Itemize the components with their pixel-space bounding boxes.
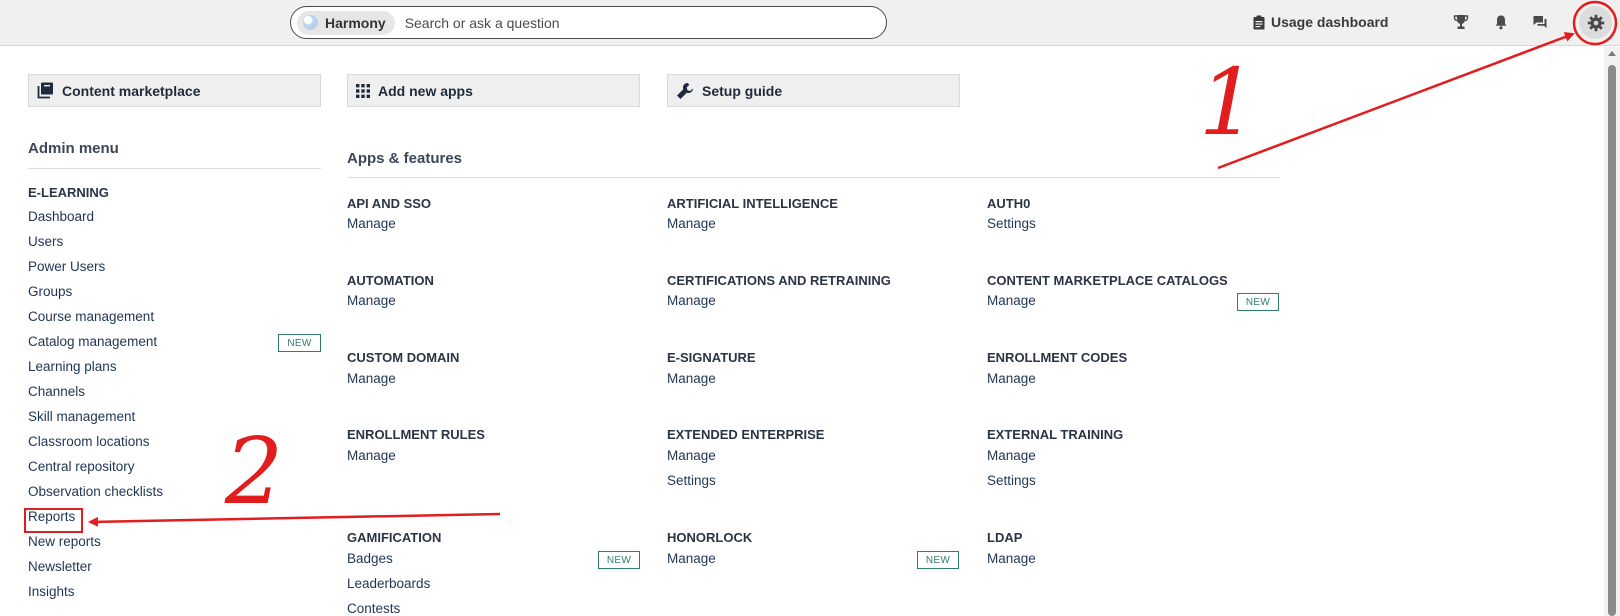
- api-sso-manage-link[interactable]: Manage: [347, 216, 396, 231]
- content-marketplace-button[interactable]: Content marketplace: [28, 74, 321, 107]
- gear-icon: [1587, 14, 1604, 31]
- app-name-content-marketplace-catalogs: CONTENT MARKETPLACE CATALOGS: [987, 273, 1228, 288]
- extended-enterprise-manage-link[interactable]: Manage: [667, 448, 716, 463]
- apps-features-title: Apps & features: [347, 150, 463, 167]
- reports-highlight-box: [24, 508, 83, 533]
- grid-icon: [356, 83, 370, 98]
- admin-menu-title: Admin menu: [28, 140, 119, 157]
- marker-1-label: 1: [1199, 49, 1258, 156]
- ldap-manage-link[interactable]: Manage: [987, 551, 1036, 566]
- book-icon: [37, 82, 53, 99]
- menu-item-observation-checklists[interactable]: Observation checklists: [28, 484, 163, 499]
- menu-item-channels[interactable]: Channels: [28, 384, 85, 399]
- automation-manage-link[interactable]: Manage: [347, 293, 396, 308]
- harmony-button[interactable]: Harmony: [297, 10, 395, 35]
- custom-domain-manage-link[interactable]: Manage: [347, 371, 396, 386]
- setup-guide-button[interactable]: Setup guide: [667, 74, 960, 107]
- app-name-honorlock: HONORLOCK: [667, 530, 753, 545]
- menu-item-users[interactable]: Users: [28, 234, 63, 249]
- trophy-icon[interactable]: [1450, 11, 1472, 33]
- new-badge: NEW: [598, 551, 640, 569]
- external-training-manage-link[interactable]: Manage: [987, 448, 1036, 463]
- settings-gear-button[interactable]: [1579, 6, 1612, 39]
- menu-item-learning-plans[interactable]: Learning plans: [28, 359, 117, 374]
- add-new-apps-button[interactable]: Add new apps: [347, 74, 640, 107]
- app-name-enrollment-codes: ENROLLMENT CODES: [987, 350, 1128, 365]
- search-input[interactable]: Search or ask a question: [405, 15, 560, 31]
- top-bar: Harmony Search or ask a question Usage d…: [0, 0, 1620, 46]
- menu-item-classroom-locations[interactable]: Classroom locations: [28, 434, 150, 449]
- gamification-leaderboards-link[interactable]: Leaderboards: [347, 576, 430, 591]
- menu-item-skill-management[interactable]: Skill management: [28, 409, 135, 424]
- app-name-gamification: GAMIFICATION: [347, 530, 442, 545]
- e-signature-manage-link[interactable]: Manage: [667, 371, 716, 386]
- menu-item-dashboard[interactable]: Dashboard: [28, 209, 94, 224]
- clipboard-icon: [1253, 15, 1265, 29]
- menu-item-groups[interactable]: Groups: [28, 284, 72, 299]
- harmony-label: Harmony: [325, 14, 386, 31]
- app-name-extended-enterprise: EXTENDED ENTERPRISE: [667, 427, 825, 442]
- app-name-certifications-retraining: CERTIFICATIONS AND RETRAINING: [667, 273, 891, 288]
- app-name-artificial-intelligence: ARTIFICIAL INTELLIGENCE: [667, 196, 838, 211]
- content-marketplace-label: Content marketplace: [62, 82, 201, 99]
- bell-icon[interactable]: [1490, 11, 1512, 33]
- chat-icon[interactable]: [1529, 11, 1551, 33]
- app-name-auth0: AUTH0: [987, 196, 1031, 211]
- app-name-external-training: EXTERNAL TRAINING: [987, 427, 1124, 442]
- app-name-enrollment-rules: ENROLLMENT RULES: [347, 427, 485, 442]
- usage-dashboard-label: Usage dashboard: [1271, 14, 1389, 30]
- new-badge: NEW: [278, 334, 321, 352]
- marker-2-label: 2: [224, 418, 284, 525]
- enrollment-rules-manage-link[interactable]: Manage: [347, 448, 396, 463]
- external-training-settings-link[interactable]: Settings: [987, 473, 1036, 488]
- menu-item-insights[interactable]: Insights: [28, 584, 75, 599]
- app-name-custom-domain: CUSTOM DOMAIN: [347, 350, 460, 365]
- menu-item-course-management[interactable]: Course management: [28, 309, 154, 324]
- auth0-settings-link[interactable]: Settings: [987, 216, 1036, 231]
- setup-guide-label: Setup guide: [702, 82, 783, 99]
- arrow-to-reports: [88, 512, 501, 527]
- app-name-automation: AUTOMATION: [347, 273, 434, 288]
- page-scrollbar[interactable]: [1604, 47, 1620, 616]
- usage-dashboard-button[interactable]: Usage dashboard: [1253, 12, 1388, 32]
- new-badge: NEW: [1237, 293, 1279, 311]
- menu-item-central-repository[interactable]: Central repository: [28, 459, 135, 474]
- arrow-to-gear: [1217, 32, 1575, 170]
- search-bar[interactable]: Harmony Search or ask a question: [290, 6, 887, 39]
- extended-enterprise-settings-link[interactable]: Settings: [667, 473, 716, 488]
- gamification-contests-link[interactable]: Contests: [347, 601, 400, 616]
- app-name-ldap: LDAP: [987, 530, 1023, 545]
- honorlock-manage-link[interactable]: Manage: [667, 551, 716, 566]
- e-learning-section-label: E-LEARNING: [28, 185, 109, 200]
- artificial-intelligence-manage-link[interactable]: Manage: [667, 216, 716, 231]
- app-name-e-signature: E-SIGNATURE: [667, 350, 756, 365]
- scroll-up-arrow-icon[interactable]: [1608, 51, 1616, 56]
- enrollment-codes-manage-link[interactable]: Manage: [987, 371, 1036, 386]
- menu-item-newsletter[interactable]: Newsletter: [28, 559, 92, 574]
- new-badge: NEW: [917, 551, 959, 569]
- menu-item-new-reports[interactable]: New reports: [28, 534, 101, 549]
- menu-item-power-users[interactable]: Power Users: [28, 259, 105, 274]
- apps-features-divider: [347, 177, 1279, 178]
- certifications-retraining-manage-link[interactable]: Manage: [667, 293, 716, 308]
- app-name-api-sso: API AND SSO: [347, 196, 432, 211]
- wrench-icon: [677, 82, 694, 99]
- scroll-thumb[interactable]: [1608, 65, 1616, 616]
- harmony-logo-icon: [303, 15, 318, 30]
- menu-item-catalog-management[interactable]: Catalog management: [28, 334, 157, 349]
- content-marketplace-catalogs-manage-link[interactable]: Manage: [987, 293, 1036, 308]
- admin-menu-divider: [28, 168, 321, 169]
- gamification-badges-link[interactable]: Badges: [347, 551, 393, 566]
- add-new-apps-label: Add new apps: [378, 82, 473, 99]
